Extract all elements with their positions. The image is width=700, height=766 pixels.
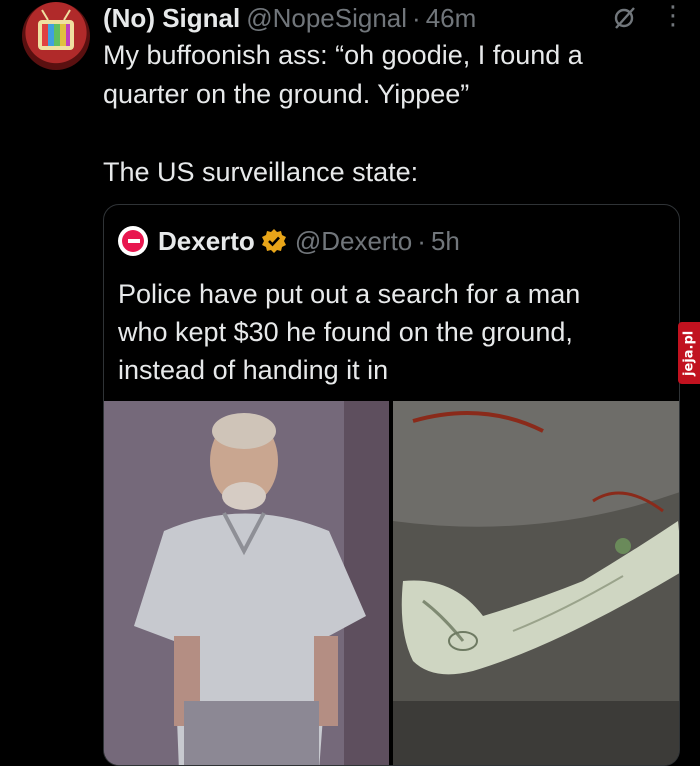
author-name[interactable]: (No) Signal <box>103 3 240 34</box>
tweet-header: (No) Signal @NopeSignal · 46m <box>103 2 670 34</box>
quote-body: Police have put out a search for a man w… <box>118 275 668 389</box>
separator-dot: · <box>417 225 426 256</box>
quote-author-name[interactable]: Dexerto <box>158 226 255 257</box>
dollar-bill-image <box>393 401 679 765</box>
verified-badge-icon <box>261 229 286 253</box>
more-vertical-icon[interactable]: ⋮ <box>660 2 686 30</box>
quote-timestamp[interactable]: 5h <box>431 226 460 257</box>
quote-avatar[interactable] <box>118 226 148 256</box>
quoted-tweet-card[interactable]: Dexerto @Dexerto · 5h Police have put ou… <box>103 204 680 766</box>
quote-line: instead of handing it in <box>118 355 389 385</box>
quote-author-handle[interactable]: @Dexerto <box>295 226 412 257</box>
quote-header: Dexerto @Dexerto · 5h <box>118 223 460 259</box>
author-avatar[interactable] <box>22 2 90 70</box>
tweet-line: The US surveillance state: <box>103 157 419 187</box>
tweet-body: My buffoonish ass: “oh goodie, I found a… <box>103 36 663 192</box>
separator-dot: · <box>412 2 421 33</box>
jeja-watermark: jeja.pl <box>678 322 700 384</box>
quote-line: who kept $30 he found on the ground, <box>118 317 573 347</box>
tweet-timestamp[interactable]: 46m <box>426 3 477 34</box>
money-photo[interactable] <box>393 401 679 765</box>
quote-line: Police have put out a search for a man <box>118 279 581 309</box>
man-image <box>104 401 389 765</box>
surveillance-photo[interactable] <box>104 401 389 765</box>
grok-icon[interactable] <box>612 4 638 30</box>
author-handle[interactable]: @NopeSignal <box>246 3 407 34</box>
tweet-line: quarter on the ground. Yippee” <box>103 79 470 109</box>
tv-logo-image <box>38 9 74 50</box>
tweet-line: My buffoonish ass: “oh goodie, I found a <box>103 40 583 70</box>
